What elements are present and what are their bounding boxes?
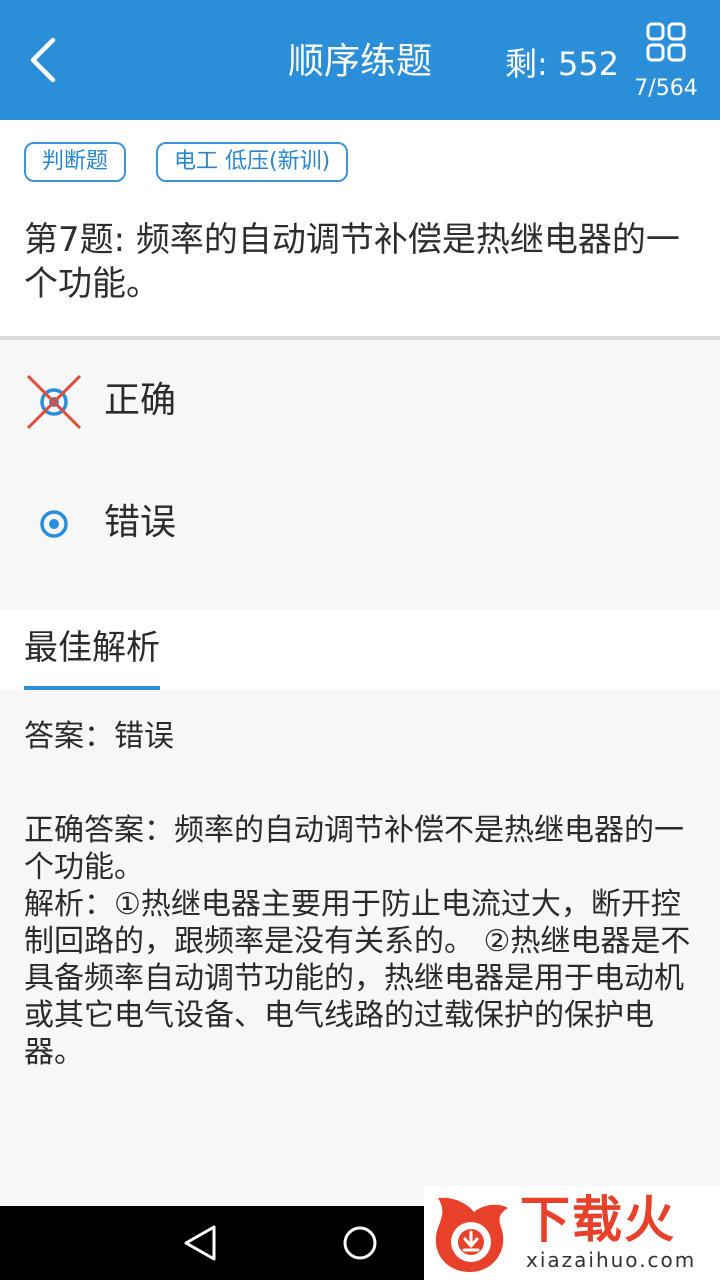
back-button[interactable] [18,30,66,90]
tab-best-analysis[interactable]: 最佳解析 [24,626,160,690]
option-label: 错误 [104,502,177,543]
question-category-tag: 电工 低压(新训) [156,142,349,182]
watermark: 下载火 xiazaihuo.com [424,1186,720,1280]
triangle-back-icon [184,1225,216,1261]
nav-back-button[interactable] [170,1218,230,1268]
cross-radio-icon [26,374,82,430]
question-type-tag: 判断题 [24,142,127,182]
watermark-subtitle: xiazaihuo.com [526,1248,697,1272]
chevron-left-icon [30,37,56,83]
correct-answer-text: 正确答案：频率的自动调节补偿不是热继电器的一个功能。 [24,813,684,885]
option-true[interactable]: 正确 [0,352,720,452]
option-label: 正确 [104,380,177,421]
radio-selected-icon [40,510,68,538]
question-text: 第7题: 频率的自动调节补偿是热继电器的一个功能。 [24,220,680,304]
answer-text: 答案：错误 [24,719,174,754]
grid-icon [646,22,686,62]
explanation-text: 解析：①热继电器主要用于防止电流过大，断开控制回路的，跟频率是没有关系的。 ②热… [24,887,691,1070]
tab-label: 最佳解析 [24,628,160,668]
question-progress: 7/564 [634,76,698,101]
explanation: 正确答案：频率的自动调节补偿不是热继电器的一个功能。 解析：①热继电器主要用于防… [24,812,700,1071]
circle-home-icon [343,1226,377,1260]
flame-logo-icon [435,1197,508,1272]
remaining-count: 剩: 552 [505,45,620,83]
question-card: 判断题 电工 低压(新训) 第7题: 频率的自动调节补偿是热继电器的一个功能。 [0,120,720,336]
answer-options: 正确 错误 [0,340,720,610]
watermark-title: 下载火 [520,1191,676,1249]
option-false[interactable]: 错误 [0,474,720,574]
question-grid-button[interactable]: 7/564 [628,18,704,104]
nav-home-button[interactable] [330,1218,390,1268]
analysis-content: 答案：错误 正确答案：频率的自动调节补偿不是热继电器的一个功能。 解析：①热继电… [0,690,720,1206]
analysis-tab-bar: 最佳解析 [0,610,720,690]
top-app-bar: 顺序练题 剩: 552 7/564 [0,0,720,120]
